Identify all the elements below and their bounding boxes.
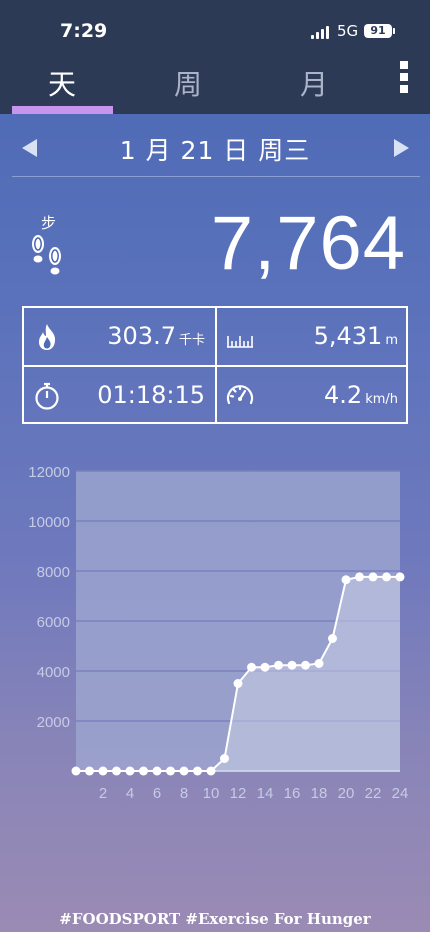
data-point bbox=[193, 766, 202, 776]
steps-chart: 200040006000800010000120002 4 6 8 10 12 14 16 18… bbox=[28, 464, 409, 802]
signal-icon bbox=[311, 26, 329, 39]
footprints-icon bbox=[32, 235, 61, 275]
x-tick-label: 18 bbox=[311, 785, 328, 802]
x-tick-label: 24 bbox=[392, 785, 409, 802]
distance-number: 5,431 bbox=[313, 322, 383, 350]
distance-unit: m bbox=[385, 333, 398, 348]
duration-cell: 01:18:15 bbox=[24, 367, 215, 424]
divider bbox=[12, 176, 420, 177]
y-tick-label: 6000 bbox=[37, 614, 70, 631]
x-tick-label: 10 bbox=[203, 785, 220, 802]
flame-icon bbox=[38, 324, 56, 350]
active-tab-indicator bbox=[12, 106, 113, 114]
data-point bbox=[98, 766, 108, 776]
data-point bbox=[152, 766, 162, 776]
data-point bbox=[328, 634, 337, 643]
data-point bbox=[368, 572, 378, 582]
data-point bbox=[71, 766, 81, 776]
data-point bbox=[125, 766, 135, 776]
ruler-icon bbox=[227, 336, 253, 348]
calories-cell: 303.7 千卡 bbox=[24, 308, 215, 365]
x-tick-label: 4 bbox=[126, 785, 134, 802]
network-type: 5G bbox=[337, 22, 359, 40]
duration-value: 01:18:15 bbox=[97, 381, 205, 409]
speedometer-icon bbox=[226, 385, 254, 405]
data-point bbox=[112, 766, 121, 776]
y-tick-label: 8000 bbox=[37, 564, 70, 581]
y-tick-label: 12000 bbox=[28, 464, 70, 481]
x-tick-label: 8 bbox=[180, 785, 188, 802]
tab-month[interactable]: 月 bbox=[264, 63, 364, 103]
data-point bbox=[395, 572, 405, 582]
speed-cell: 4.2 km/h bbox=[217, 367, 408, 424]
y-tick-label: 2000 bbox=[37, 714, 70, 731]
next-day-button[interactable] bbox=[394, 139, 409, 157]
data-point bbox=[233, 679, 243, 688]
stats-grid: 303.7 千卡 5,431 m 01:18:15 4.2 km/h bbox=[22, 306, 408, 424]
tab-week[interactable]: 周 bbox=[138, 63, 238, 103]
status-time: 7:29 bbox=[60, 20, 108, 42]
data-point bbox=[301, 660, 310, 670]
data-point bbox=[287, 660, 297, 670]
x-tick-label: 22 bbox=[365, 785, 382, 802]
calories-number: 303.7 bbox=[107, 322, 176, 350]
data-point bbox=[314, 659, 324, 668]
distance-value: 5,431 m bbox=[314, 322, 398, 350]
y-tick-label: 10000 bbox=[28, 514, 70, 531]
stopwatch-icon bbox=[35, 382, 59, 410]
y-tick-label: 4000 bbox=[37, 664, 70, 681]
speed-number: 4.2 bbox=[324, 381, 363, 409]
data-point bbox=[382, 572, 391, 582]
speed-unit: km/h bbox=[365, 392, 398, 407]
data-point bbox=[341, 575, 351, 585]
x-tick-label: 6 bbox=[153, 785, 161, 802]
steps-label: 步 bbox=[41, 214, 57, 232]
data-point bbox=[139, 766, 148, 776]
steps-value: 7,764 bbox=[210, 201, 406, 286]
x-tick-label: 12 bbox=[230, 785, 247, 802]
battery-icon: 91 bbox=[364, 24, 395, 38]
x-tick-label: 16 bbox=[284, 785, 301, 802]
date-label: 1 月 21 日 周三 bbox=[119, 136, 311, 165]
calories-value: 303.7 千卡 bbox=[107, 322, 205, 350]
tab-day[interactable]: 天 bbox=[12, 63, 112, 103]
speed-value: 4.2 km/h bbox=[324, 381, 398, 409]
data-point bbox=[179, 766, 189, 776]
distance-cell: 5,431 m bbox=[217, 308, 408, 365]
data-point bbox=[274, 660, 283, 670]
data-point bbox=[355, 572, 364, 582]
data-point bbox=[247, 662, 256, 672]
x-tick-label: 14 bbox=[257, 785, 274, 802]
data-point bbox=[206, 766, 216, 776]
top-bar: 7:29 5G 91 天 周 月 bbox=[0, 0, 430, 114]
calories-unit: 千卡 bbox=[178, 333, 205, 348]
more-menu-icon[interactable] bbox=[398, 61, 410, 93]
data-point bbox=[85, 766, 94, 776]
data-point bbox=[166, 766, 175, 776]
x-tick-label: 2 bbox=[99, 785, 107, 802]
footer-hashtags: #FOODSPORT #Exercise For Hunger bbox=[59, 910, 371, 928]
data-point bbox=[260, 662, 270, 672]
x-tick-label: 20 bbox=[338, 785, 355, 802]
data-point bbox=[220, 754, 229, 763]
